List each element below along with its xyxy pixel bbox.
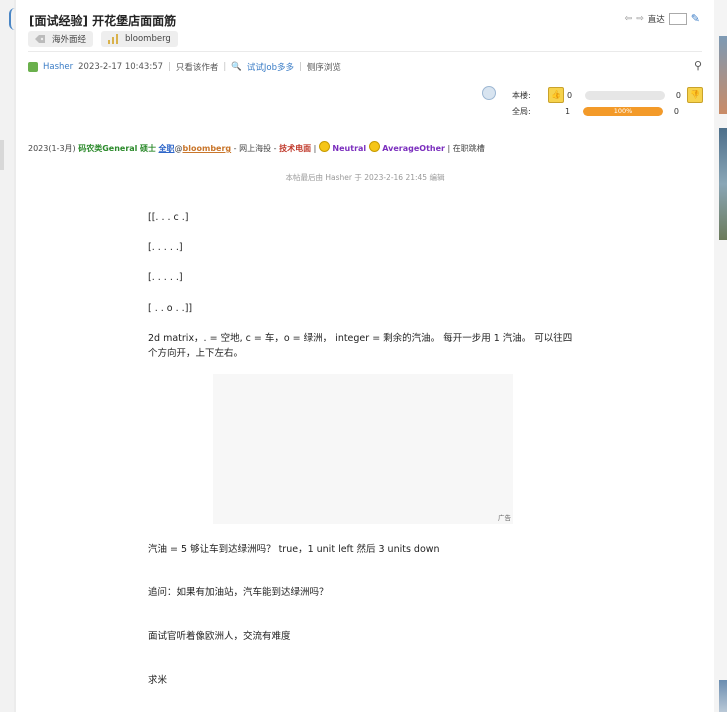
rating-row-all: 全局: 1 100% 0 bbox=[512, 104, 685, 118]
interviewer-note: 面试官听着像欧洲人，交流有难度 bbox=[148, 631, 291, 642]
side-browse-link[interactable]: 侧序浏览 bbox=[307, 61, 341, 73]
sig-result[interactable]: Neutral bbox=[332, 144, 366, 153]
tag-list: 海外面经 bloomberg bbox=[28, 31, 178, 47]
matrix-row: [ . . o . .]] bbox=[148, 303, 193, 314]
rating-row-this-floor: 本楼: 👍 0 0 👎 bbox=[512, 87, 703, 103]
post-time: 2023-2-17 10:43:57 bbox=[78, 62, 164, 72]
sig-company[interactable]: bloomberg bbox=[183, 144, 232, 153]
tag-label: bloomberg bbox=[125, 34, 171, 44]
goto-label: 直达 bbox=[647, 14, 665, 25]
rating-percent: 100% bbox=[613, 106, 633, 115]
thumbs-down-icon[interactable]: 👎 bbox=[687, 87, 703, 103]
rating-label: 本楼: bbox=[512, 90, 531, 100]
ad-slot[interactable]: 广告 bbox=[213, 374, 513, 524]
separator: | bbox=[298, 62, 302, 72]
matrix-row: [. . . . .] bbox=[148, 272, 183, 283]
up-count: 1 bbox=[565, 106, 571, 116]
title-divider bbox=[28, 51, 702, 52]
thumbs-up-icon[interactable]: 👍 bbox=[548, 87, 564, 103]
post-meta: Hasher 2023-2-17 10:43:57 | 只看该作者 | 🔍 试试… bbox=[28, 61, 341, 73]
average-face-icon bbox=[368, 141, 380, 152]
down-count: 0 bbox=[675, 90, 681, 100]
problem-description: 2d matrix，. = 空地, c = 车，o = 绿洲， integer … bbox=[148, 333, 573, 359]
sig-tail: | 在职跳槽 bbox=[444, 144, 485, 153]
right-sidebar-edge bbox=[714, 0, 727, 712]
rating-bar bbox=[585, 90, 665, 100]
tag-icon bbox=[35, 35, 45, 43]
edited-note: 本帖最后由 Hasher 于 2023-2-16 21:45 编辑 bbox=[285, 173, 445, 182]
sidebar-thumbnail[interactable] bbox=[719, 128, 727, 240]
thread-title[interactable]: [面试经验] 开花堡店面面筋 bbox=[29, 12, 176, 29]
next-thread-icon[interactable]: ⇨ bbox=[636, 14, 644, 24]
rating-icon bbox=[482, 86, 496, 100]
sidebar-thumbnail[interactable] bbox=[719, 36, 727, 114]
left-panel-edge bbox=[0, 0, 14, 712]
left-panel-fragment bbox=[0, 140, 4, 170]
sig-role[interactable]: 码农类General bbox=[78, 144, 137, 153]
rating-bar: 100% bbox=[583, 106, 663, 116]
interview-signature: 2023(1-3月) 码农类General 硕士 全职@bloomberg - … bbox=[28, 141, 485, 154]
goto-floor-input[interactable] bbox=[668, 12, 687, 25]
author-link[interactable]: Hasher bbox=[43, 62, 73, 72]
try-job-link[interactable]: 试试Job多多 bbox=[247, 61, 294, 73]
sig-channel: - 网上海投 - bbox=[231, 144, 280, 153]
down-count: 0 bbox=[673, 106, 679, 116]
sig-period: 2023(1-3月) bbox=[28, 144, 76, 153]
question-1: 汽油 = 5 够让车到达绿洲吗？ true，1 unit left 然后 3 u… bbox=[148, 544, 440, 555]
sig-separator: | bbox=[311, 144, 319, 153]
search-icon: 🔍 bbox=[231, 62, 242, 72]
tag-overseas[interactable]: 海外面经 bbox=[28, 31, 94, 47]
question-2: 追问：如果有加油站，汽车能到达绿洲吗？ bbox=[148, 587, 329, 598]
ad-label: 广告 bbox=[498, 514, 511, 522]
pin-icon[interactable]: ⚲ bbox=[694, 59, 702, 72]
sig-type[interactable]: 全职 bbox=[159, 144, 175, 153]
neutral-face-icon bbox=[318, 141, 330, 152]
prev-thread-icon[interactable]: ⇦ bbox=[625, 14, 633, 24]
user-icon bbox=[28, 62, 38, 72]
separator: | bbox=[223, 62, 227, 72]
bar-chart-icon bbox=[108, 34, 119, 44]
collapse-handle[interactable] bbox=[9, 8, 15, 30]
post-container: [面试经验] 开花堡店面面筋 海外面经 bloomberg ⇦ ⇨ 直达 ✎ H… bbox=[16, 0, 714, 712]
tag-label: 海外面经 bbox=[52, 35, 87, 45]
wrench-icon[interactable]: ✎ bbox=[691, 12, 700, 25]
separator: | bbox=[168, 62, 171, 72]
only-author-link[interactable]: 只看该作者 bbox=[176, 61, 219, 73]
sig-degree[interactable]: 硕士 bbox=[140, 144, 156, 153]
matrix-row: [[. . . c .] bbox=[148, 212, 189, 223]
sig-difficulty[interactable]: AverageOther bbox=[382, 144, 445, 153]
up-count: 0 bbox=[567, 90, 573, 100]
sidebar-thumbnail[interactable] bbox=[719, 680, 727, 712]
tag-bloomberg[interactable]: bloomberg bbox=[101, 31, 178, 47]
rating-label: 全局: bbox=[512, 106, 531, 116]
sig-round[interactable]: 技术电面 bbox=[279, 144, 311, 153]
closing-line: 求米 bbox=[148, 675, 168, 686]
thread-nav: ⇦ ⇨ 直达 ✎ bbox=[625, 12, 700, 25]
matrix-row: [. . . . .] bbox=[148, 242, 183, 253]
sig-at: @ bbox=[174, 144, 183, 153]
